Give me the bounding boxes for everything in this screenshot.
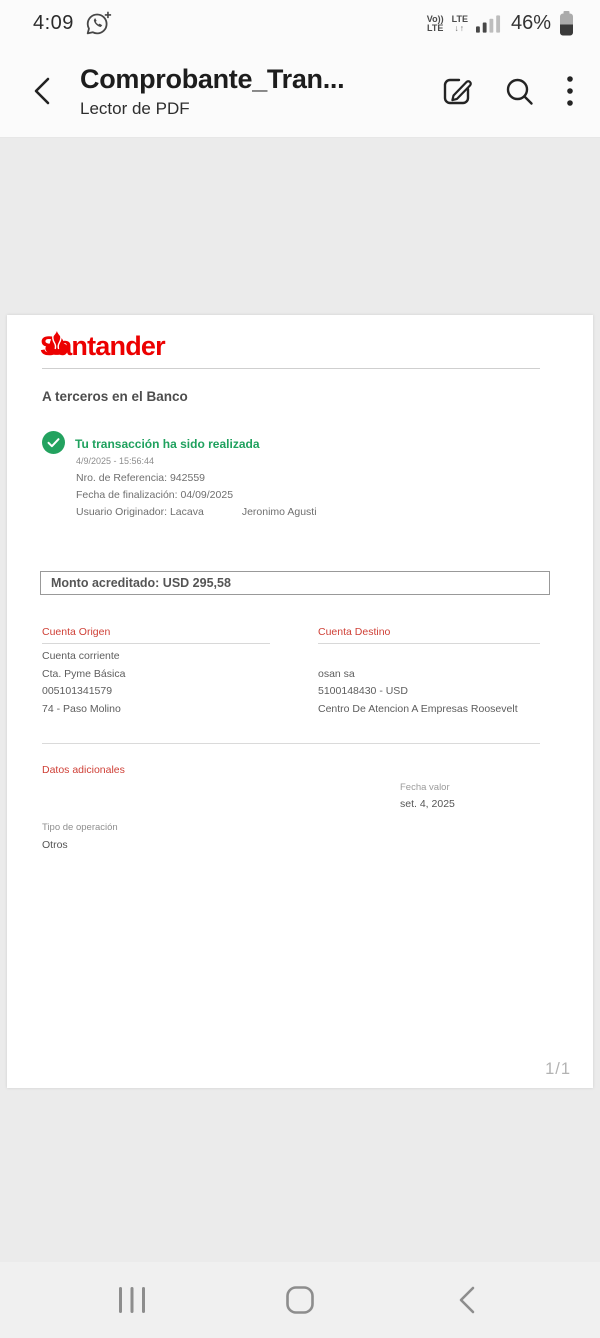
logo-divider [42,368,540,369]
value-date: set. 4, 2025 [400,798,455,810]
app-header: Comprobante_Tran... Lector de PDF [0,45,600,138]
battery-percent: 46% [511,12,551,35]
battery-icon [559,11,574,36]
search-icon [504,76,535,107]
finalization-date: Fecha de finalización: 04/09/2025 [76,489,233,501]
back-button[interactable] [30,71,64,111]
nav-back-button[interactable] [457,1285,477,1315]
back-icon [30,76,56,106]
destination-row: 5100148430 - USD [318,683,540,701]
whatsapp-notification-icon [85,10,112,37]
clock: 4:09 [33,12,74,35]
destination-row: Centro De Atencion A Empresas Roosevelt [318,701,540,719]
edit-button[interactable] [440,75,473,108]
destination-account-section: Cuenta Destino osan sa 5100148430 - USD … [318,626,540,718]
transaction-status-message: Tu transacción ha sido realizada [75,437,260,451]
credited-amount-box: Monto acreditado: USD 295,58 [40,571,550,595]
document-title: Comprobante_Tran... [80,64,440,95]
origin-account-section: Cuenta Origen Cuenta corriente Cta. Pyme… [42,626,270,718]
signal-strength-icon [476,15,501,33]
app-name: Lector de PDF [80,99,440,119]
navigation-bar [0,1262,600,1338]
edit-icon [440,75,473,108]
lte-data-icon: LTE ↓↑ [452,15,468,33]
origin-row: Cuenta corriente [42,648,270,666]
home-button[interactable] [285,1285,315,1315]
transaction-datetime: 4/9/2025 - 15:56:44 [76,456,154,466]
operation-type: Otros [42,839,68,851]
destination-row [318,648,540,666]
origin-row: 74 - Paso Molino [42,701,270,719]
origin-row: Cta. Pyme Básica [42,666,270,684]
value-date-label: Fecha valor [400,782,450,793]
more-options-icon [566,75,574,107]
volte-icon: Vo)) LTE [427,15,444,33]
operation-type-label: Tipo de operación [42,822,118,833]
nav-back-icon [457,1285,477,1315]
section-divider [42,743,540,744]
destination-row: osan sa [318,666,540,684]
destination-heading: Cuenta Destino [318,626,540,644]
origin-row: 005101341579 [42,683,270,701]
more-options-button[interactable] [566,75,574,107]
recents-button[interactable] [117,1286,147,1314]
search-button[interactable] [504,76,535,107]
transfer-type-title: A terceros en el Banco [42,389,188,404]
pdf-page: Santander A terceros en el Banco Tu tran… [7,315,593,1088]
status-bar: 4:09 Vo)) LTE LTE ↓↑ 46% [0,0,600,45]
page-indicator: 1/1 [545,1060,571,1079]
santander-logo: Santander [40,332,165,360]
additional-data-heading: Datos adicionales [42,764,125,776]
pdf-viewport[interactable]: Santander A terceros en el Banco Tu tran… [0,139,600,1262]
home-icon [285,1285,315,1315]
santander-flame-icon [40,331,74,360]
originator-name: Jeronimo Agusti [242,506,317,518]
recents-icon [117,1286,147,1314]
origin-heading: Cuenta Origen [42,626,270,644]
originator-label: Usuario Originador: Lacava [76,506,204,518]
originator-user: Usuario Originador: Lacava Jeronimo Agus… [76,506,317,518]
reference-number: Nro. de Referencia: 942559 [76,472,205,484]
